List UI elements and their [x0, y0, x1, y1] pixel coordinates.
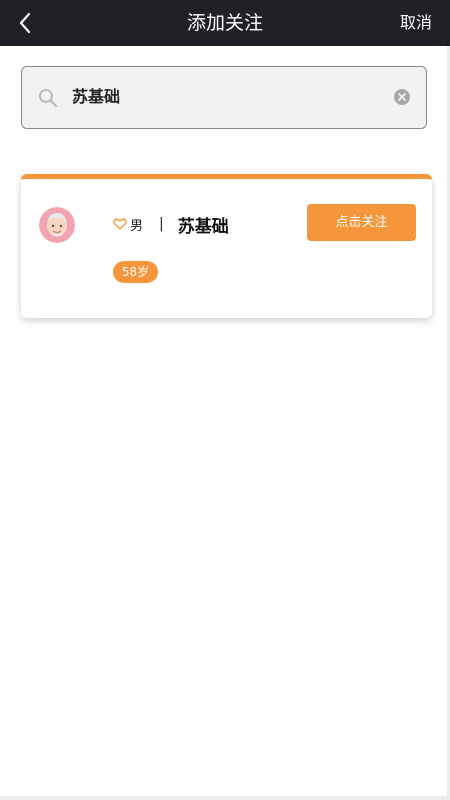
avatar-elderly-icon	[39, 207, 75, 243]
heart-icon	[113, 218, 127, 230]
search-result-card: 男 | 苏基础 点击关注 58岁	[21, 174, 432, 318]
clear-icon[interactable]	[394, 89, 410, 105]
search-input[interactable]: 苏基础	[21, 66, 427, 129]
follow-button[interactable]: 点击关注	[307, 204, 416, 241]
age-badge: 58岁	[113, 261, 158, 283]
avatar	[39, 207, 75, 243]
chevron-left-icon	[19, 12, 31, 34]
user-name: 苏基础	[177, 216, 229, 237]
separator: |	[159, 216, 164, 232]
gender-label: 男	[130, 218, 144, 234]
bottom-edge	[0, 796, 450, 800]
search-icon	[39, 89, 57, 107]
search-value: 苏基础	[72, 87, 121, 106]
back-button[interactable]	[10, 8, 40, 38]
user-info-row: 男 | 苏基础	[113, 212, 229, 237]
top-navigation-bar: 添加关注 取消	[0, 0, 450, 46]
cancel-button[interactable]: 取消	[400, 0, 432, 46]
page-title: 添加关注	[186, 12, 263, 34]
